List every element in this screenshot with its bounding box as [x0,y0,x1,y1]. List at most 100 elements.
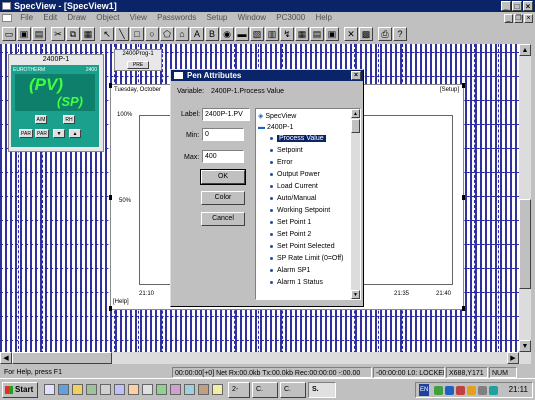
vertical-scrollbar[interactable]: ▲ ▼ [519,44,531,364]
scroll-right-icon[interactable]: ▶ [507,352,519,364]
task-button[interactable]: C. [252,382,278,398]
tree-item[interactable]: Set Point 1 [270,217,311,228]
print-icon[interactable]: ⎙ [378,27,392,41]
line-icon[interactable]: ╲ [115,27,129,41]
task-button-active[interactable]: S. [308,382,336,398]
text-icon[interactable]: A [190,27,204,41]
menu-object[interactable]: Object [92,12,123,24]
menu-pc3000[interactable]: PC3000 [272,12,309,24]
ellipse-icon[interactable]: ○ [145,27,159,41]
dialog-close-icon[interactable]: × [351,71,361,80]
tray-icon[interactable] [434,386,443,395]
image-icon[interactable]: ▧ [250,27,264,41]
scroll-up-icon[interactable]: ▲ [519,44,531,56]
tree-scroll-thumb[interactable] [351,119,360,133]
mdi-minimize-button[interactable]: _ [504,14,513,23]
tree-item[interactable]: Alarm SP1 [270,265,310,276]
trend-setup-link[interactable]: [Setup] [440,87,459,93]
mdi-restore-button[interactable]: ❐ [514,14,523,23]
grid-icon[interactable]: ▦ [295,27,309,41]
polygon-icon[interactable]: ⬠ [160,27,174,41]
am-button[interactable]: A/M [35,115,47,124]
task-button[interactable]: 2- [228,382,250,398]
document-icon[interactable] [2,13,12,22]
trend-help-link[interactable]: [Help] [113,299,129,305]
selection-handle[interactable] [109,83,112,88]
language-indicator[interactable]: EN [419,384,430,396]
copy-icon[interactable]: ⧉ [66,27,80,41]
minimize-button[interactable]: _ [501,1,511,11]
help-icon[interactable]: ? [393,27,407,41]
tree-item[interactable]: Working Setpoint [270,205,330,216]
vertical-scroll-thumb[interactable] [519,199,531,289]
par-button-2[interactable]: PAR [35,129,49,138]
trend-icon[interactable]: ↯ [280,27,294,41]
new-icon[interactable]: ▭ [2,27,16,41]
tree-item[interactable]: Alarm 1 Status [270,277,323,288]
mdi-close-button[interactable]: × [524,14,533,23]
tree-item[interactable]: SP Rate Limit (0=Off) [270,253,343,264]
app-icon[interactable] [128,384,139,395]
folder-icon[interactable] [72,384,83,395]
tree-item[interactable]: Load Current [270,181,318,192]
browser-icon[interactable] [58,384,69,395]
horizontal-scrollbar[interactable]: ◀ ▶ [0,352,519,364]
app-icon[interactable] [198,384,209,395]
menu-help[interactable]: Help [311,12,335,24]
tree-scroll-up-icon[interactable]: ▲ [351,109,360,118]
selection-handle[interactable] [462,306,465,311]
app-icon[interactable] [100,384,111,395]
app-icon[interactable] [212,384,223,395]
button-icon[interactable]: B [205,27,219,41]
tray-icon[interactable] [445,386,454,395]
menu-setup[interactable]: Setup [202,12,231,24]
rectangle-icon[interactable]: □ [130,27,144,41]
variable-tree[interactable]: ◈ SpecView ▬ 2400P-1 Process Value Setpo… [255,108,361,300]
ok-button[interactable]: OK [200,169,246,185]
desktop-icon[interactable] [44,384,55,395]
down-arrow-icon[interactable]: ▼ [53,129,65,138]
menu-passwords[interactable]: Passwords [153,12,200,24]
pointer-icon[interactable]: ↖ [100,27,114,41]
program-pre-button[interactable]: PRE [127,61,149,69]
par-button[interactable]: PAR [19,129,33,138]
app-icon[interactable] [142,384,153,395]
tools-icon[interactable]: ✕ [344,27,358,41]
tree-root[interactable]: ◈ SpecView [258,111,296,122]
speaker-icon[interactable] [478,386,487,395]
app-icon[interactable] [114,384,125,395]
tray-icon[interactable] [489,386,498,395]
app-icon[interactable] [86,384,97,395]
scroll-left-icon[interactable]: ◀ [0,352,12,364]
barchart-icon[interactable]: ▥ [265,27,279,41]
tree-item[interactable]: Output Power [270,169,320,180]
up-arrow-icon[interactable]: ▲ [69,129,81,138]
tray-icon[interactable] [467,386,476,395]
scroll-down-icon[interactable]: ▼ [519,340,531,352]
selection-handle[interactable] [462,83,465,88]
tree-item[interactable]: Setpoint [270,145,303,156]
paste-icon[interactable]: ▦ [81,27,95,41]
menu-file[interactable]: File [16,12,37,24]
save-icon[interactable]: ▤ [32,27,46,41]
tree-item[interactable]: Auto/Manual [270,193,316,204]
color-button[interactable]: Color [201,191,245,205]
meter-icon[interactable]: ▬ [235,27,249,41]
tree-item[interactable]: Error [270,157,293,168]
menu-view[interactable]: View [126,12,151,24]
start-button[interactable]: Start [2,382,38,398]
max-input[interactable]: 400 [202,150,244,163]
maximize-button[interactable]: □ [512,1,522,11]
min-input[interactable]: 0 [202,128,244,141]
tree-device[interactable]: ▬ 2400P-1 [258,122,293,133]
layout-icon[interactable]: ▤ [310,27,324,41]
app-icon[interactable] [156,384,167,395]
tree-item[interactable]: Process Value [270,133,326,144]
horizontal-scroll-thumb[interactable] [12,352,112,364]
tree-item[interactable]: Set Point 2 [270,229,311,240]
tree-scroll-down-icon[interactable]: ▼ [351,290,360,299]
open-icon[interactable]: ▣ [17,27,31,41]
selection-handle[interactable] [109,306,112,311]
dial-icon[interactable]: ◉ [220,27,234,41]
menu-draw[interactable]: Draw [63,12,90,24]
